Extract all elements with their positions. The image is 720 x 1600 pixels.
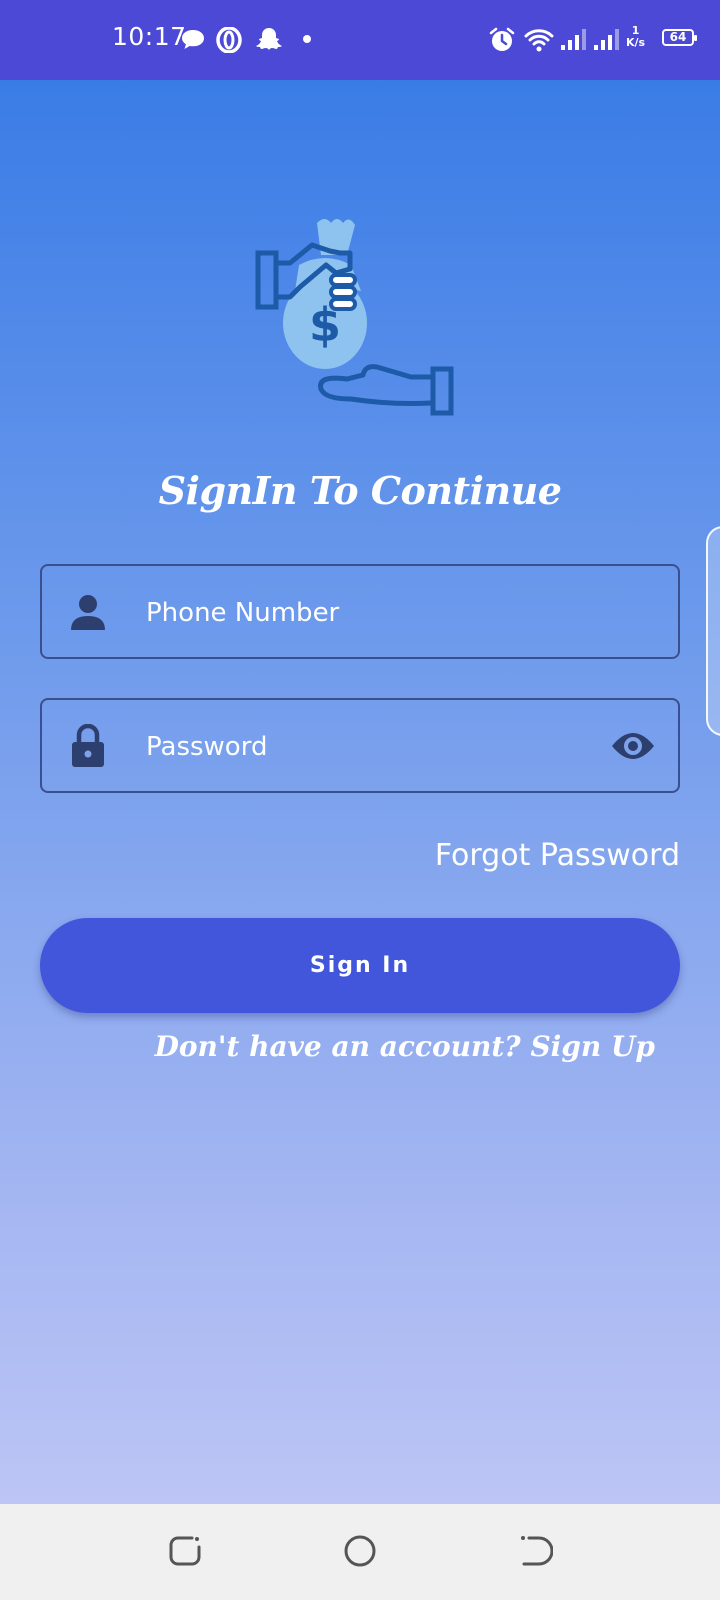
opera-icon (216, 27, 242, 53)
status-bar: 10:17 1 K/s 64 (0, 0, 720, 80)
sign-in-button[interactable]: Sign In (40, 918, 680, 1013)
wifi-icon (524, 29, 554, 52)
network-speed-unit: K/s (626, 36, 646, 49)
signal-icon (594, 29, 619, 50)
recents-button[interactable] (168, 1534, 202, 1568)
money-bag-hand-logo: $ (255, 219, 454, 416)
phone-number-field[interactable]: Phone Number (40, 564, 680, 659)
back-button[interactable] (519, 1534, 553, 1568)
network-speed: 1 K/s (626, 25, 645, 49)
password-placeholder: Password (146, 732, 268, 762)
phone-number-placeholder: Phone Number (146, 598, 340, 628)
status-time: 10:17 (112, 22, 187, 51)
battery-icon: 64 (662, 29, 697, 46)
edge-panel-handle[interactable] (706, 526, 720, 736)
home-button[interactable] (343, 1534, 377, 1568)
dot-icon (303, 35, 311, 43)
battery-level: 64 (669, 30, 687, 44)
message-bubble-icon (182, 30, 204, 49)
lock-icon (72, 724, 104, 767)
page-title: SignIn To Continue (158, 468, 562, 513)
forgot-password-link[interactable]: Forgot Password (435, 838, 680, 873)
sign-up-link[interactable]: Don't have an account? Sign Up (155, 1030, 655, 1063)
person-icon (71, 595, 105, 630)
navigation-bar (0, 1504, 720, 1600)
eye-icon[interactable] (610, 730, 656, 762)
alarm-icon (489, 27, 515, 51)
snapchat-icon (256, 28, 282, 50)
password-field[interactable]: Password (40, 698, 680, 793)
signal-icon (561, 29, 586, 50)
signin-screen: $ SignIn To Continue Phone Number Passwo… (0, 80, 720, 1504)
